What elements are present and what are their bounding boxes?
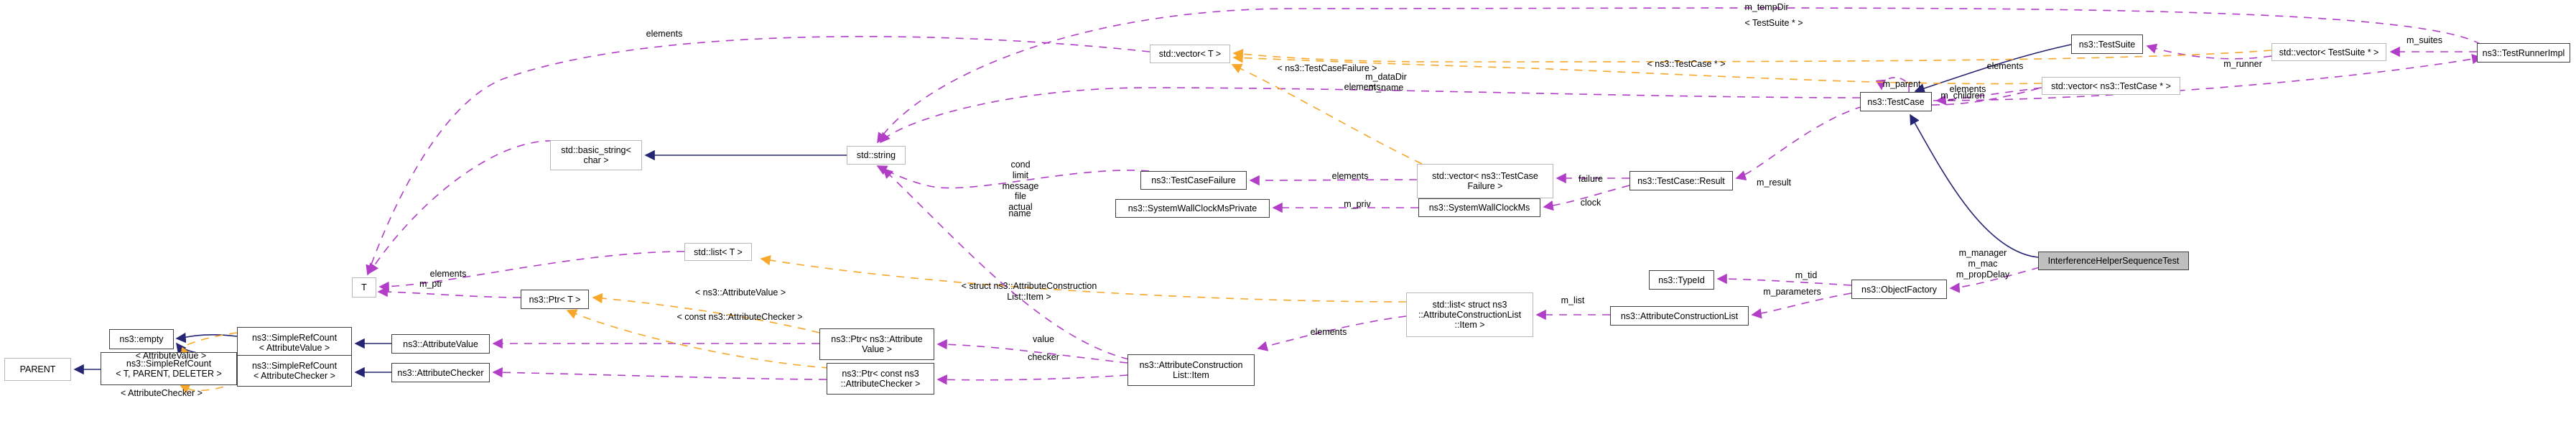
class-node-stdString[interactable]: std::string: [847, 146, 906, 165]
edge-label-lbl_m_result: m_result: [1757, 178, 1791, 188]
class-node-attrChecker[interactable]: ns3::AttributeChecker: [391, 363, 490, 382]
class-node-basicString[interactable]: std::basic_string< char >: [550, 140, 642, 170]
class-node-typeT[interactable]: T: [352, 277, 376, 298]
class-node-attrValue[interactable]: ns3::AttributeValue: [391, 334, 490, 354]
edge-label-lbl_constAttrChk: < const ns3::AttributeChecker >: [676, 312, 803, 322]
class-node-srcAV[interactable]: ns3::SimpleRefCount < AttributeValue >: [237, 327, 352, 359]
class-node-srcAC[interactable]: ns3::SimpleRefCount < AttributeChecker >: [237, 355, 352, 387]
class-node-aclItem[interactable]: ns3::AttributeConstruction List::Item: [1127, 354, 1255, 386]
class-node-testCaseFailure[interactable]: ns3::TestCaseFailure: [1140, 171, 1247, 190]
class-node-typeId[interactable]: ns3::TypeId: [1649, 270, 1714, 290]
edge-label-lbl_elements_acl: elements: [1310, 327, 1347, 337]
edge-label-lbl_structACL: < struct ns3::AttributeConstruction List…: [961, 281, 1097, 302]
class-node-sysWallClockPriv[interactable]: ns3::SystemWallClockMsPrivate: [1115, 199, 1270, 218]
edge-label-lbl_value: value: [1033, 334, 1054, 344]
class-node-parent[interactable]: PARENT: [4, 358, 71, 381]
edge-label-lbl_testSuitePtr: < TestSuite * >: [1744, 18, 1803, 28]
class-node-vecTestCaseFailure[interactable]: std::vector< ns3::TestCase Failure >: [1417, 164, 1553, 198]
edge-label-lbl_m_suites: m_suites: [2406, 35, 2443, 45]
edge-label-lbl_m_parameters: m_parameters: [1763, 287, 1821, 297]
edge-label-lbl_m_manager: m_manager m_mac m_propDelay: [1956, 248, 2010, 280]
collaboration-diagram-canvas: PARENT ns3::SimpleRefCount < T, PARENT, D…: [0, 0, 2576, 424]
edge-label-lbl_cond: cond limit message file actual: [1002, 160, 1039, 212]
edge-label-lbl_m_priv: m_priv: [1344, 199, 1371, 209]
class-node-ptrT[interactable]: ns3::Ptr< T >: [521, 290, 589, 309]
edge-label-lbl_failure: failure: [1578, 174, 1604, 184]
edge-label-lbl_elements_left: elements: [646, 29, 683, 39]
class-node-testRunnerImpl[interactable]: ns3::TestRunnerImpl: [2477, 43, 2570, 63]
edge-label-lbl_attrValueBox: < AttributeValue >: [135, 351, 207, 361]
edge-label-lbl_elements_tc: elements: [1986, 61, 2024, 71]
class-node-empty[interactable]: ns3::empty: [109, 329, 174, 349]
class-node-sysWallClockMs[interactable]: ns3::SystemWallClockMs: [1418, 198, 1540, 217]
class-node-testSuite[interactable]: ns3::TestSuite: [2071, 34, 2143, 54]
edge-label-lbl_elements_tcf: elements: [1344, 82, 1381, 92]
class-node-listT[interactable]: std::list< T >: [684, 243, 752, 261]
edge-label-lbl_attrValueTpl: < ns3::AttributeValue >: [694, 287, 786, 298]
edge-label-lbl_elements_tcf2: elements: [1331, 171, 1369, 181]
class-node-objectFactory[interactable]: ns3::ObjectFactory: [1851, 280, 1947, 299]
class-node-listACLItem[interactable]: std::list< struct ns3 ::AttributeConstru…: [1406, 292, 1533, 337]
edge-label-lbl_m_tid: m_tid: [1795, 270, 1818, 280]
edge-label-lbl_elements_T: elements: [429, 269, 467, 279]
class-node-ihsTest[interactable]: InterferenceHelperSequenceTest: [2038, 252, 2189, 270]
class-node-testCase[interactable]: ns3::TestCase: [1860, 92, 1932, 111]
class-node-testCaseResult[interactable]: ns3::TestCase::Result: [1629, 171, 1733, 190]
class-node-vecTestCasePtr[interactable]: std::vector< ns3::TestCase * >: [2042, 77, 2180, 95]
class-node-ptrConstAttrChk[interactable]: ns3::Ptr< const ns3 ::AttributeChecker >: [827, 363, 934, 395]
edge-label-lbl_m_children: m_children: [1940, 91, 1985, 101]
edge-label-lbl_attrCheckerBox: < AttributeChecker >: [121, 388, 203, 398]
edge-label-lbl_m_ptr: m_ptr: [419, 279, 442, 289]
edge-label-lbl_m_tempDir: m_tempDir: [1744, 2, 1789, 12]
class-node-vectorT[interactable]: std::vector< T >: [1150, 45, 1230, 63]
edge-label-lbl_checker: checker: [1028, 352, 1059, 362]
class-node-aclist[interactable]: ns3::AttributeConstructionList: [1610, 306, 1749, 326]
class-node-vecTestSuitePtr[interactable]: std::vector< TestSuite * >: [2272, 43, 2386, 61]
edge-label-lbl_name: name: [1008, 208, 1031, 218]
edge-label-lbl_m_parent: m_parent: [1882, 79, 1921, 89]
edge-label-lbl_m_runner: m_runner: [2223, 59, 2262, 69]
edge-label-lbl_clock: clock: [1580, 198, 1601, 208]
edge-label-lbl_ns3TestCasePtr: < ns3::TestCase * >: [1647, 59, 1726, 69]
edge-label-lbl_m_list: m_list: [1561, 295, 1585, 305]
class-node-ptrAttrValue[interactable]: ns3::Ptr< ns3::Attribute Value >: [819, 328, 934, 360]
